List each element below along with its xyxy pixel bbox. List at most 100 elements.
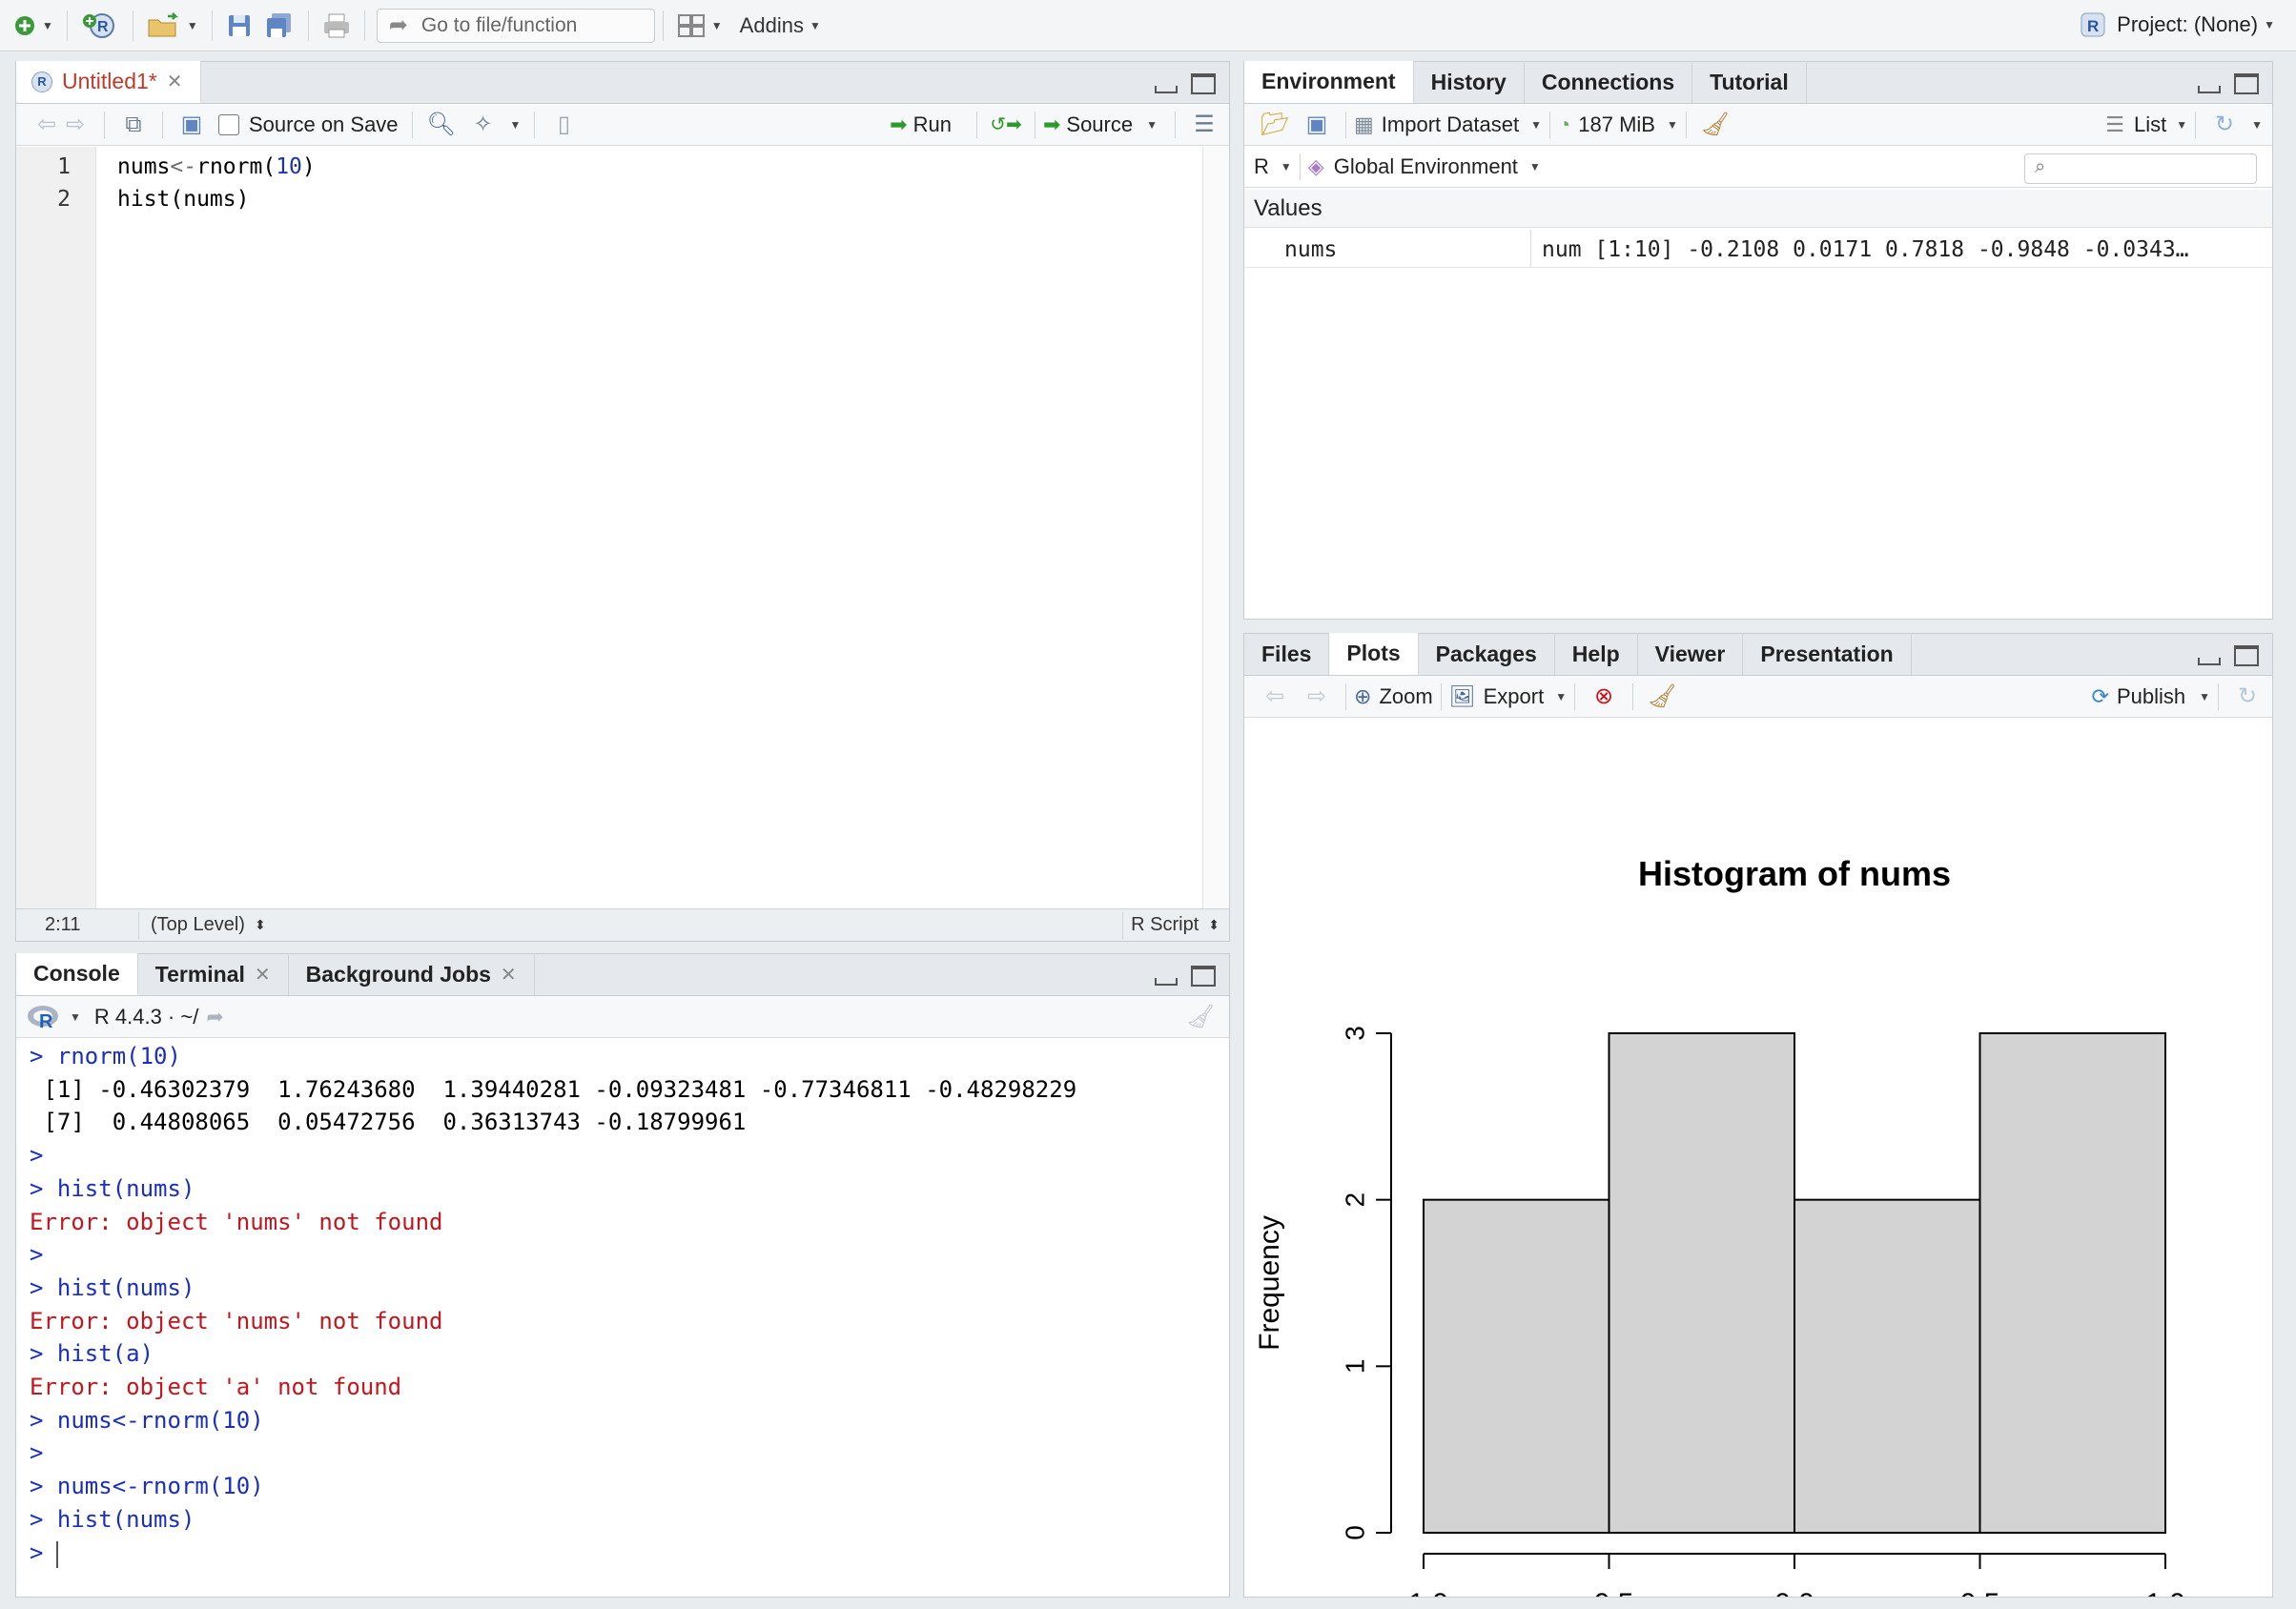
x-tick-label: -1.0 xyxy=(1399,1588,1448,1597)
chevron-down-icon: ▼ xyxy=(1528,159,1541,173)
environment-scope-selector[interactable]: ◈ Global Environment ▼ xyxy=(1308,154,1541,179)
open-file-button[interactable]: ▼ xyxy=(141,7,204,45)
refresh-icon[interactable]: ↻ xyxy=(2232,682,2263,712)
import-dataset-button[interactable]: ▦ Import Dataset ▼ xyxy=(1354,112,1542,137)
scope-selector[interactable]: (Top Level) ⬍ xyxy=(151,914,266,936)
tab-console[interactable]: Console xyxy=(16,953,138,995)
tab-label: Packages xyxy=(1435,641,1537,666)
tab-terminal[interactable]: Terminal ✕ xyxy=(138,953,289,995)
maximize-pane-button[interactable] xyxy=(2234,73,2259,94)
source-label: Source xyxy=(1066,112,1134,136)
chevron-down-icon[interactable]: ▼ xyxy=(70,1010,81,1024)
filetype-selector[interactable]: R Script ⬍ xyxy=(1131,914,1220,936)
memory-usage-button[interactable]: ◔ 187 MiB ▼ xyxy=(1558,112,1678,137)
grid-layout-icon xyxy=(677,13,705,37)
minimize-pane-button[interactable] xyxy=(2198,658,2221,665)
publish-label: Publish xyxy=(2116,683,2186,708)
back-arrow-icon[interactable]: ⇦ xyxy=(31,110,62,140)
save-icon xyxy=(228,14,250,36)
outline-icon[interactable]: ☰ xyxy=(1189,110,1220,140)
load-workspace-icon[interactable]: 📂︎ xyxy=(1260,110,1290,140)
broom-icon[interactable]: 🧹︎ xyxy=(1700,110,1731,140)
line-number: 2 xyxy=(57,187,71,212)
save-all-button[interactable] xyxy=(258,7,300,45)
refresh-icon[interactable]: ↻ xyxy=(2209,110,2240,140)
r-project-icon: R xyxy=(2081,12,2105,37)
updown-icon: ⬍ xyxy=(254,917,266,932)
editor-scrollbar[interactable] xyxy=(1202,147,1229,908)
project-label: Project: (None) xyxy=(2117,12,2259,36)
go-to-directory-icon[interactable]: ➦ xyxy=(206,1005,223,1029)
console-line: > xyxy=(30,1142,44,1170)
compile-report-icon[interactable]: ▯ xyxy=(548,110,579,140)
tab-files[interactable]: Files xyxy=(1244,633,1330,675)
close-icon[interactable]: ✕ xyxy=(501,963,517,987)
maximize-pane-button[interactable] xyxy=(1191,966,1216,987)
tab-untitled1[interactable]: R Untitled1* ✕ xyxy=(16,61,201,103)
environment-row[interactable]: nums num [1:10] -0.2108 0.0171 0.7818 -0… xyxy=(1244,230,2272,268)
close-icon[interactable]: ✕ xyxy=(255,963,271,987)
minimize-pane-button[interactable] xyxy=(1155,978,1178,986)
save-button[interactable] xyxy=(220,7,258,45)
maximize-pane-button[interactable] xyxy=(1191,73,1216,94)
run-button[interactable]: ➡ Run xyxy=(890,112,952,137)
publish-button[interactable]: ⟳ Publish ▼ xyxy=(2092,684,2210,709)
minimize-pane-button[interactable] xyxy=(2198,86,2221,93)
new-file-button[interactable]: ▼ xyxy=(8,7,59,45)
source-button[interactable]: ➡ Source ▼ xyxy=(1043,112,1158,137)
import-dataset-label: Import Dataset xyxy=(1381,112,1520,136)
zoom-button[interactable]: ⊕ Zoom xyxy=(1354,684,1433,709)
maximize-pane-button[interactable] xyxy=(2234,645,2259,666)
print-icon xyxy=(323,13,349,37)
save-workspace-icon[interactable]: ▣ xyxy=(1302,110,1332,140)
console-cursor xyxy=(56,1540,58,1568)
next-plot-icon[interactable]: ⇨ xyxy=(1302,682,1332,712)
x-tick-label: -0.5 xyxy=(1585,1588,1634,1597)
export-button[interactable]: 🖼︎ Export ▼ xyxy=(1449,684,1567,709)
clear-console-icon[interactable]: 🧹︎ xyxy=(1185,1002,1216,1032)
tab-presentation[interactable]: Presentation xyxy=(1743,633,1912,675)
code-tools-icon[interactable]: ✧ xyxy=(468,110,499,140)
save-icon[interactable]: ▣ xyxy=(176,110,207,140)
rerun-icon[interactable]: ↺➡ xyxy=(990,110,1022,140)
search-icon[interactable]: 🔍︎ xyxy=(426,110,457,140)
source-on-save-checkbox[interactable] xyxy=(218,113,239,135)
tab-packages[interactable]: Packages xyxy=(1419,633,1555,675)
chevron-down-icon[interactable]: ▼ xyxy=(2251,118,2263,132)
console-line: > xyxy=(30,1241,44,1269)
svg-text:R: R xyxy=(39,1011,53,1031)
show-in-window-icon[interactable]: ⧉ xyxy=(118,110,149,140)
tab-environment[interactable]: Environment xyxy=(1244,61,1414,103)
close-icon[interactable]: ✕ xyxy=(167,70,183,93)
minimize-pane-button[interactable] xyxy=(1155,86,1178,93)
plus-icon xyxy=(15,15,34,35)
addins-menu[interactable]: Addins ▼ xyxy=(734,7,827,45)
language-selector[interactable]: R ▼ xyxy=(1254,154,1292,179)
console-line: Error: object 'nums' not found xyxy=(30,1307,443,1334)
tab-label: Help xyxy=(1571,641,1620,666)
tab-help[interactable]: Help xyxy=(1555,633,1638,675)
tab-plots[interactable]: Plots xyxy=(1329,633,1419,675)
tab-background-jobs[interactable]: Background Jobs ✕ xyxy=(289,953,535,995)
tab-connections[interactable]: Connections xyxy=(1525,61,1693,103)
pane-layout-button[interactable]: ▼ xyxy=(671,7,728,45)
list-view-selector[interactable]: ☰ List ▼ xyxy=(2105,112,2187,137)
remove-plot-icon[interactable]: ⊗ xyxy=(1589,682,1619,712)
print-button[interactable] xyxy=(317,7,357,45)
environment-search-input[interactable]: ⌕ xyxy=(2024,153,2257,184)
tab-history[interactable]: History xyxy=(1414,61,1525,103)
tab-viewer[interactable]: Viewer xyxy=(1638,633,1744,675)
goto-file-function-input[interactable]: ➦ Go to file/function xyxy=(376,8,655,43)
tab-tutorial[interactable]: Tutorial xyxy=(1692,61,1807,103)
console-line: Error: object 'nums' not found xyxy=(30,1208,443,1235)
console-output[interactable]: > rnorm(10) [1] -0.46302379 1.76243680 1… xyxy=(16,1039,1229,1597)
export-label: Export xyxy=(1483,683,1545,708)
r-logo-icon[interactable]: R xyxy=(26,1003,64,1031)
previous-plot-icon[interactable]: ⇦ xyxy=(1260,682,1290,712)
forward-arrow-icon[interactable]: ⇨ xyxy=(60,110,91,140)
console-line: Error: object 'a' not found xyxy=(30,1374,402,1400)
project-menu[interactable]: R Project: (None) ▼ xyxy=(2079,8,2275,42)
new-project-button[interactable]: R xyxy=(75,7,125,45)
code-editor[interactable]: nums<-rnorm(10) hist(nums) xyxy=(102,147,1200,908)
broom-icon[interactable]: 🧹︎ xyxy=(1647,682,1677,712)
